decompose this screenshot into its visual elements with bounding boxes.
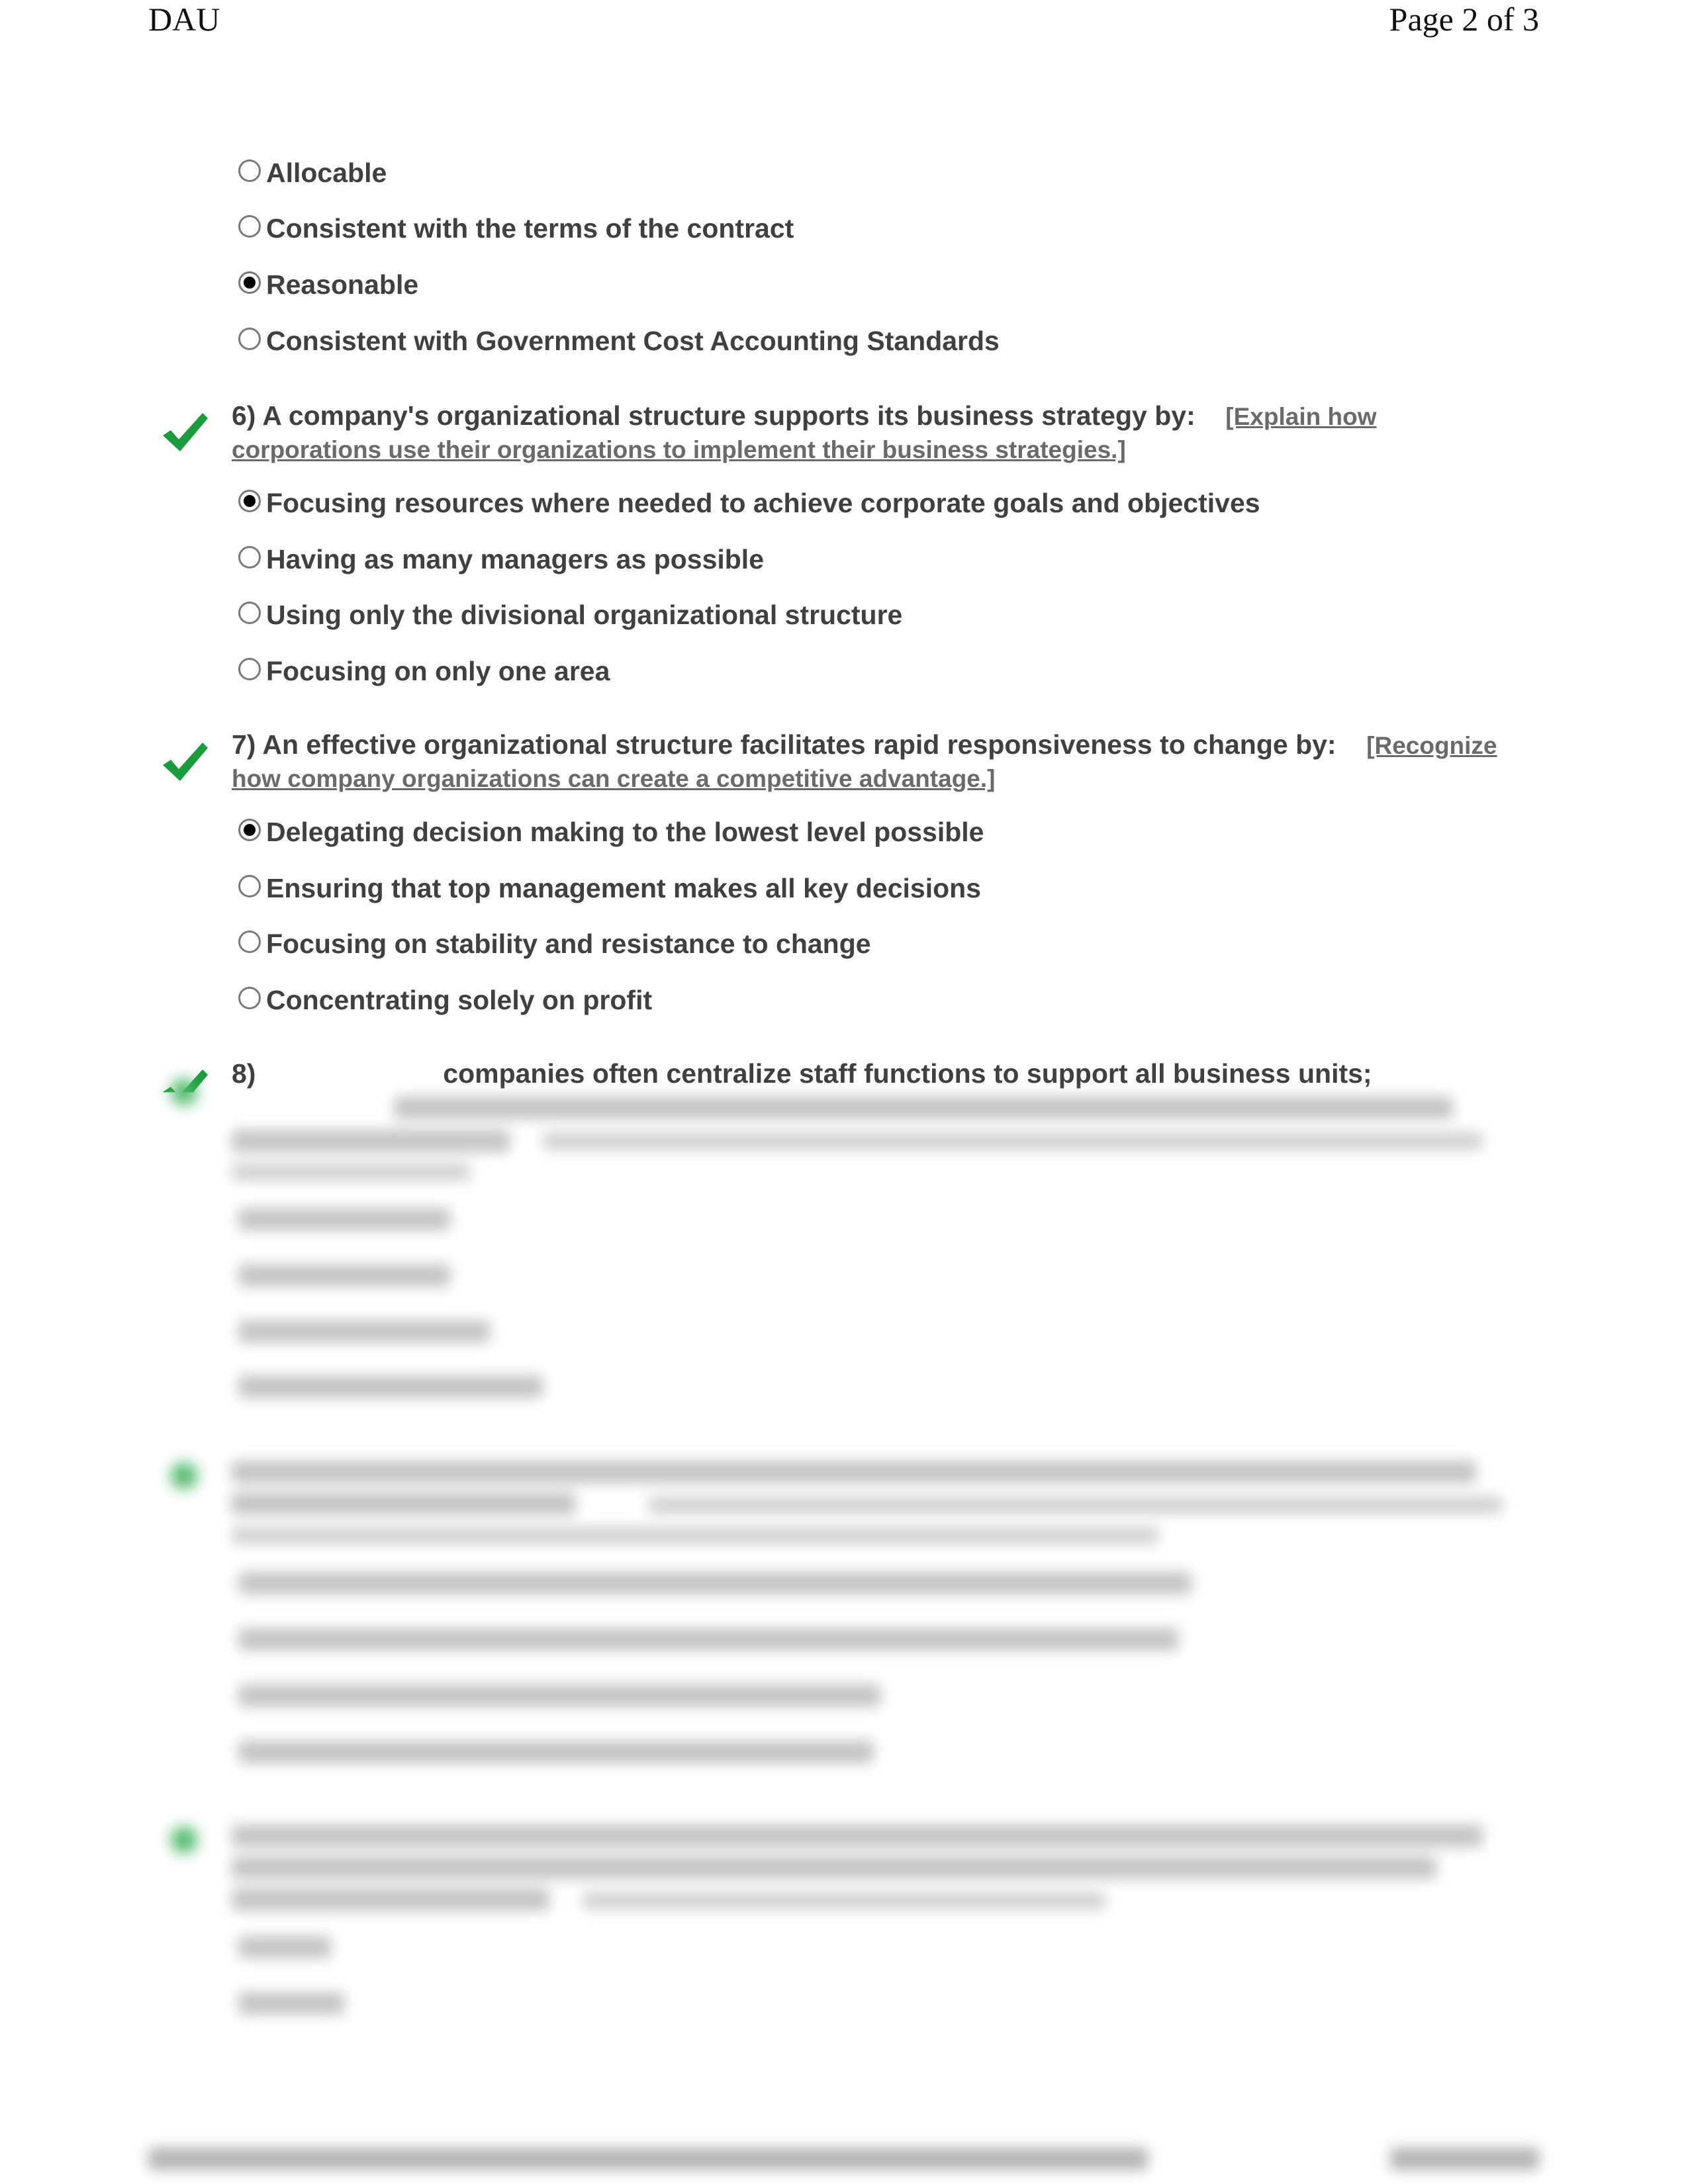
blurred-option [238,1936,331,1958]
option-label: Using only the divisional organizational… [266,600,903,630]
blurred-option [238,1320,490,1343]
option-label: Focusing resources where needed to achie… [266,488,1260,518]
q6-option-4[interactable]: Focusing on only one area [238,656,610,687]
option-label: Concentrating solely on profit [266,985,653,1015]
blurred-option [238,1375,543,1398]
radio-button[interactable] [238,930,261,953]
check-icon [164,1823,204,1856]
radio-button-selected[interactable] [238,818,261,841]
check-icon [164,1075,204,1109]
blurred-option [238,1572,1192,1594]
option-label: Focusing on stability and resistance to … [266,929,871,959]
document-source-label: DAU [148,1,220,38]
q6-option-3[interactable]: Using only the divisional organizational… [238,600,902,631]
blurred-text [232,1825,1483,1847]
blurred-option [238,1628,1178,1651]
question-number: 8) [232,1058,256,1089]
q7-option-2[interactable]: Ensuring that top management makes all k… [238,873,981,904]
question-number: 7) [232,729,256,760]
question-text: A company's organizational structure sup… [262,400,1196,431]
blurred-link [543,1132,1483,1150]
option-label: Consistent with Government Cost Accounti… [266,326,1000,356]
radio-button-selected[interactable] [238,271,261,294]
radio-button[interactable] [238,657,261,680]
blurred-text [232,1461,1476,1483]
blurred-link [583,1892,1105,1909]
blurred-option [238,1264,450,1287]
blurred-option [238,1992,344,2015]
radio-button[interactable] [238,214,261,238]
q7-option-4[interactable]: Concentrating solely on profit [238,985,652,1016]
option-label: Ensuring that top management makes all k… [266,873,981,903]
page-number: Page 2 of 3 [1389,1,1539,38]
blurred-option [238,1208,450,1230]
blurred-text [394,1097,1453,1119]
blurred-text [232,1888,549,1911]
blurred-text [232,1492,576,1515]
radio-button[interactable] [238,874,261,897]
question-number: 6) [232,400,256,431]
q7-option-3[interactable]: Focusing on stability and resistance to … [238,929,871,960]
q5-option-3[interactable]: Reasonable [238,269,418,300]
blurred-link [649,1496,1503,1514]
blurred-content [0,1075,1688,2184]
option-label: Focusing on only one area [266,656,610,686]
blurred-link [232,1163,470,1181]
question-7: 7) An effective organizational structure… [232,729,1523,795]
q5-option-2[interactable]: Consistent with the terms of the contrac… [238,213,794,244]
question-8: 8) companies often centralize staff func… [232,1058,1523,1089]
radio-button[interactable] [238,327,261,350]
radio-button[interactable] [238,986,261,1009]
blurred-option [238,1684,880,1707]
radio-button[interactable] [238,159,261,182]
blurred-option [238,1741,874,1763]
option-label: Allocable [266,158,387,188]
option-label: Consistent with the terms of the contrac… [266,213,794,244]
blurred-text [232,1856,1436,1879]
blurred-footer-url [148,2148,1148,2170]
q5-option-4[interactable]: Consistent with Government Cost Accounti… [238,326,1000,357]
check-icon [163,743,208,781]
blurred-link [232,1527,1158,1544]
radio-button[interactable] [238,545,261,569]
q5-option-1[interactable]: Allocable [238,158,387,189]
radio-button-selected[interactable] [238,489,261,512]
question-text: companies often centralize staff functio… [443,1058,1372,1089]
option-label: Reasonable [266,269,419,300]
blurred-footer-date [1390,2148,1539,2170]
check-icon [163,413,208,451]
q7-option-1[interactable]: Delegating decision making to the lowest… [238,817,984,848]
question-6: 6) A company's organizational structure … [232,400,1523,466]
option-label: Delegating decision making to the lowest… [266,817,984,847]
q6-option-2[interactable]: Having as many managers as possible [238,544,764,575]
q6-option-1[interactable]: Focusing resources where needed to achie… [238,488,1260,519]
option-label: Having as many managers as possible [266,544,764,574]
check-icon [164,1459,204,1492]
radio-button[interactable] [238,601,261,624]
question-text: An effective organizational structure fa… [262,729,1336,760]
blurred-text [232,1130,510,1152]
